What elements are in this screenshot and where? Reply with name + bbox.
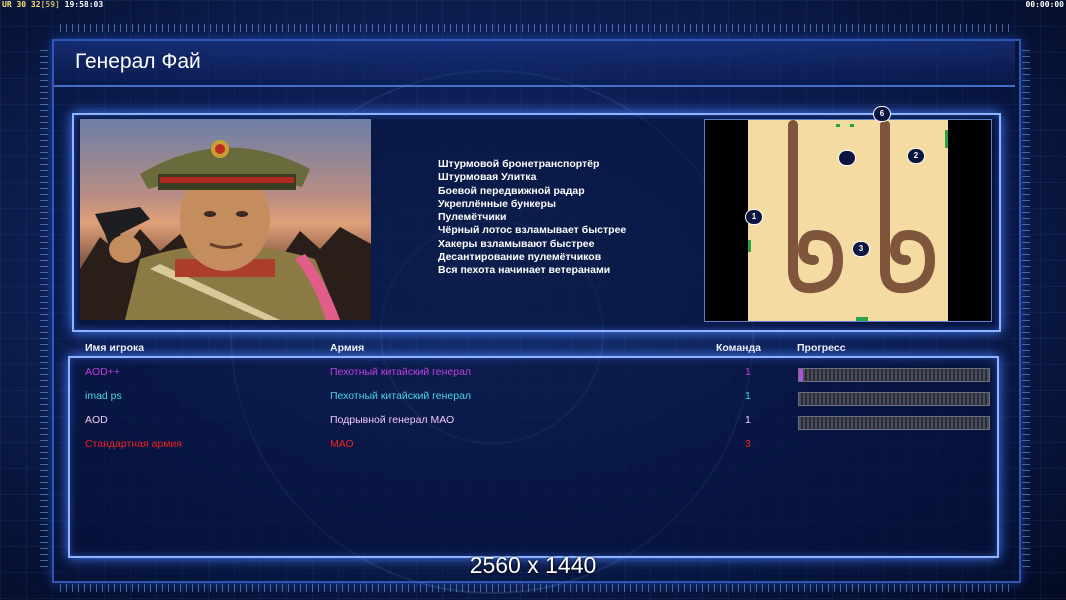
player-army: Подрывной генерал МАО (330, 414, 455, 426)
feature-item: Хакеры взламывают быстрее (438, 237, 595, 250)
start-position-marker[interactable]: 3 (852, 241, 870, 257)
player-name: AOD++ (85, 366, 121, 378)
column-header-progress: Прогресс (797, 342, 846, 354)
table-row: imad ps Пехотный китайский генерал 1 (0, 387, 1066, 407)
hud-fps: 30 32 (16, 0, 41, 9)
hud-timer: 00:00:00 (1025, 0, 1064, 9)
feature-item: Вся пехота начинает ветеранами (438, 264, 611, 277)
player-team: 1 (745, 390, 751, 402)
player-team: 1 (745, 366, 751, 378)
player-progress-fill (799, 369, 803, 381)
player-progress-bar (798, 416, 990, 430)
player-name: imad ps (85, 390, 122, 402)
player-progress-bar (798, 392, 990, 406)
general-portrait (80, 119, 371, 320)
hud-ping: [59] (40, 0, 60, 9)
map-preview: 1 2 3 (704, 119, 992, 322)
player-army: Пехотный китайский генерал (330, 390, 472, 402)
performance-hud: UR 30 32[59] 19:58:03 (2, 0, 103, 9)
ruler-top (60, 24, 1010, 32)
feature-item: Штурмовой бронетранспортёр (438, 158, 600, 170)
general-features-list: Штурмовой бронетранспортёр Штурмовая Ули… (438, 158, 626, 278)
ruler-bottom (60, 584, 1010, 592)
player-team: 1 (745, 414, 751, 426)
ruler-left (40, 50, 48, 570)
player-team: 3 (745, 438, 751, 450)
start-position-marker[interactable]: 2 (907, 148, 925, 164)
player-army: МАО (330, 438, 354, 450)
hud-clock: 19:58:03 (64, 0, 104, 9)
column-header-team: Команда (716, 342, 761, 354)
feature-item: Штурмовая Улитка (438, 171, 537, 184)
hud-ur: UR (2, 0, 12, 9)
player-progress-bar (798, 368, 990, 382)
table-row: Стандартная армия МАО 3 (0, 435, 1066, 455)
player-name: AOD (85, 414, 108, 426)
general-portrait-image (80, 140, 371, 320)
ruler-right (1022, 50, 1030, 570)
column-header-name: Имя игрока (85, 342, 145, 354)
start-position-marker[interactable]: 6 (873, 106, 891, 122)
table-row: AOD Подрывной генерал МАО 1 (0, 411, 1066, 431)
column-header-army: Армия (330, 342, 365, 354)
page-title: Генерал Фай (75, 50, 201, 73)
table-row: AOD++ Пехотный китайский генерал 1 (0, 363, 1066, 383)
feature-item: Десантирование пулемётчиков (438, 251, 602, 264)
resolution-label: 2560 x 1440 (469, 552, 597, 578)
start-position-marker-filled[interactable] (838, 150, 856, 166)
player-army: Пехотный китайский генерал (330, 366, 472, 378)
player-name: Стандартная армия (85, 438, 182, 450)
feature-item: Боевой передвижной радар (438, 184, 585, 197)
feature-item: Укреплённые бункеры (438, 197, 556, 210)
start-position-marker[interactable]: 1 (745, 209, 763, 225)
feature-item: Пулемётчики (438, 211, 507, 224)
feature-item: Чёрный лотос взламывает быстрее (438, 224, 627, 237)
